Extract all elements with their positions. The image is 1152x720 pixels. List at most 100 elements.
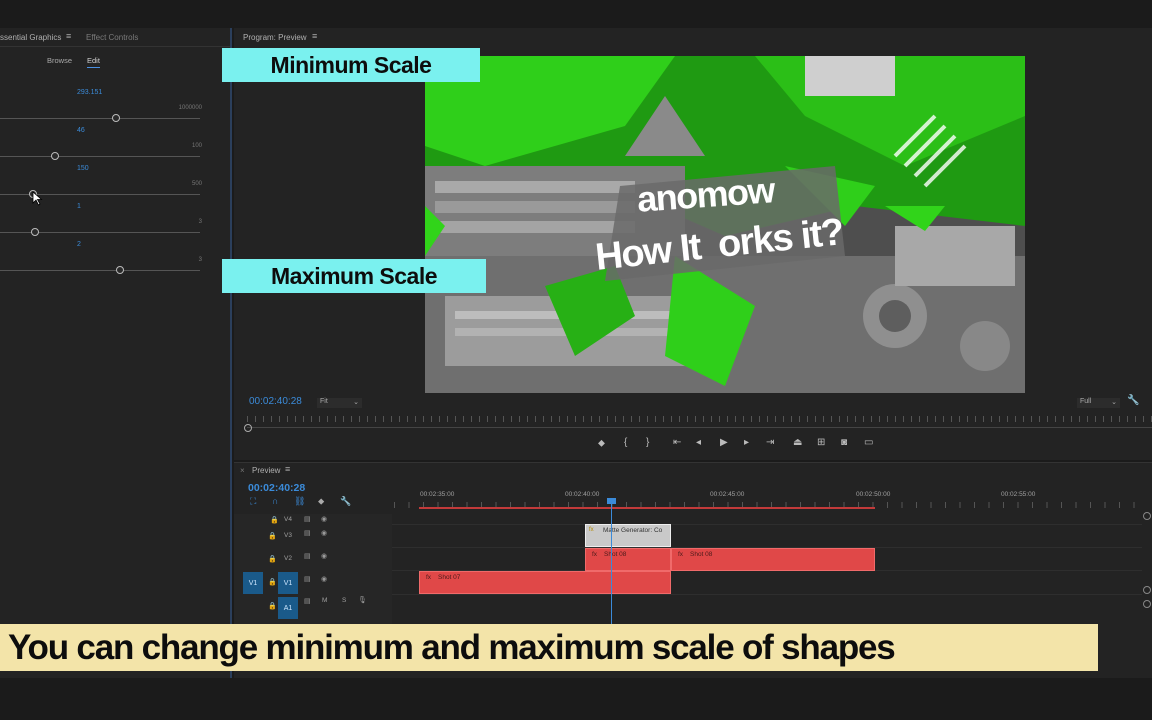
sync-icon[interactable]: ▤ [304,597,311,605]
slider-handle-5[interactable] [116,266,124,274]
mark-out-icon[interactable]: } [646,437,649,448]
callout-minimum-scale: Minimum Scale [222,48,480,82]
clip-matte-generator[interactable]: fx Matte Generator: Co [585,524,671,547]
caption-banner: You can change minimum and maximum scale… [0,624,1098,671]
nest-icon[interactable]: ⛶ [250,496,256,507]
clip-label: Shot 08 [604,551,627,558]
marker-icon[interactable]: ⬥ [318,496,324,507]
fit-select[interactable]: Fit ⌄ [317,398,362,408]
export-frame-icon[interactable]: ◙ [841,437,847,448]
tab-timeline-preview[interactable]: Preview [252,466,280,475]
video-preview[interactable]: anomow How It orks it? [425,56,1025,393]
param-max-3: 500 [191,181,202,187]
lock-icon[interactable]: 🔒 [268,602,277,610]
tab-effect-controls[interactable]: Effect Controls [86,33,138,42]
slider-track-1[interactable] [0,118,200,119]
add-marker-icon[interactable]: ⬥ [598,438,605,449]
track-label-v3: V3 [284,532,292,539]
essential-graphics-panel: ssential Graphics ≡ Effect Controls Brow… [0,28,232,678]
lock-icon[interactable]: 🔒 [268,555,277,563]
param-max-4: 3 [198,219,202,225]
clip-shot-08[interactable]: fx Shot 08 [585,548,671,571]
lock-icon[interactable]: 🔒 [270,516,279,524]
track-divider [392,594,1142,595]
eye-icon[interactable]: ◉ [321,552,327,560]
quality-select[interactable]: Full ⌄ [1077,398,1120,408]
playhead-handle[interactable] [607,498,616,504]
param-value-3[interactable]: 150 [77,165,89,172]
param-value-2[interactable]: 46 [77,127,85,134]
clip-shot-07[interactable]: fx Shot 07 [419,571,671,594]
clip-shot-08[interactable]: fx Shot 08 [671,548,875,571]
program-monitor-title[interactable]: Program: Preview [243,33,307,42]
slider-handle-4[interactable] [31,228,39,236]
snap-icon[interactable]: ∩ [272,496,278,506]
fit-select-value: Fit [320,398,328,405]
go-to-in-icon[interactable]: ⇤ [673,437,681,448]
program-timecode[interactable]: 00:02:40:28 [249,396,302,407]
tab-essential-graphics[interactable]: ssential Graphics [0,33,61,42]
chevron-down-icon: ⌄ [1111,399,1117,406]
scrollbar-handle[interactable] [1143,512,1151,520]
clip-label: Shot 08 [690,551,713,558]
eye-icon[interactable]: ◉ [321,575,327,583]
solo-button[interactable]: S [342,597,346,604]
timeline-menu-icon[interactable]: ≡ [285,464,290,474]
eye-icon[interactable]: ◉ [321,515,327,523]
lift-icon[interactable]: ⏏ [793,437,802,448]
param-max-5: 3 [198,257,202,263]
microphone-icon[interactable]: 🎙 [358,596,367,604]
mark-in-icon[interactable]: { [624,437,627,448]
work-area-bar[interactable] [419,507,875,509]
ruler-label: 00:02:55:00 [1001,491,1036,498]
callout-maximum-scale: Maximum Scale [222,259,486,293]
param-value-1[interactable]: 293.151 [77,89,102,96]
sync-icon[interactable]: ▤ [304,529,311,537]
source-patch-v1[interactable]: V1 [243,572,263,594]
step-back-icon[interactable]: ◂ [696,437,701,448]
play-icon[interactable]: ▶ [720,437,728,448]
step-forward-icon[interactable]: ▸ [744,437,749,448]
program-menu-icon[interactable]: ≡ [312,31,317,41]
button-editor-icon[interactable]: ▭ [864,437,873,448]
eye-icon[interactable]: ◉ [321,529,327,537]
slider-track-5[interactable] [0,270,200,271]
ruler-label: 00:02:45:00 [710,491,745,498]
scrollbar-handle[interactable] [1143,600,1151,608]
sync-icon[interactable]: ▤ [304,552,311,560]
timeline-timecode[interactable]: 00:02:40:28 [248,482,305,494]
param-value-5[interactable]: 2 [77,241,81,248]
param-value-4[interactable]: 1 [77,203,81,210]
track-target-v1[interactable]: V1 [278,572,298,594]
slider-handle-1[interactable] [112,114,120,122]
settings-icon[interactable]: 🔧 [340,496,351,507]
lock-icon[interactable]: 🔒 [268,532,277,540]
close-icon[interactable]: × [240,466,245,475]
ruler-label: 00:02:35:00 [420,491,455,498]
program-scrub-bar[interactable] [247,427,1152,428]
lock-icon[interactable]: 🔒 [268,578,277,586]
extract-icon[interactable]: ⊞ [817,437,825,448]
tab-edit[interactable]: Edit [87,56,100,68]
tab-browse[interactable]: Browse [47,56,72,65]
quality-select-value: Full [1080,398,1092,405]
panel-menu-icon[interactable]: ≡ [66,31,71,41]
mouse-cursor-icon [32,191,43,206]
slider-handle-2[interactable] [51,152,59,160]
go-to-out-icon[interactable]: ⇥ [766,437,774,448]
fx-icon: fx [589,527,594,533]
ruler-label: 00:02:40:00 [565,491,600,498]
wrench-icon[interactable]: 🔧 [1127,395,1139,406]
slider-track-2[interactable] [0,156,200,157]
divider [234,462,1152,463]
playhead-marker[interactable] [244,424,252,432]
scrollbar-handle[interactable] [1143,586,1151,594]
mute-button[interactable]: M [322,597,327,604]
track-target-a1[interactable]: A1 [278,597,298,619]
linked-selection-icon[interactable]: ⛓ [294,496,305,507]
sync-icon[interactable]: ▤ [304,575,311,583]
fx-icon: fx [678,551,684,558]
slider-track-4[interactable] [0,232,200,233]
sync-icon[interactable]: ▤ [304,515,311,523]
scrub-ticks [247,416,1152,422]
